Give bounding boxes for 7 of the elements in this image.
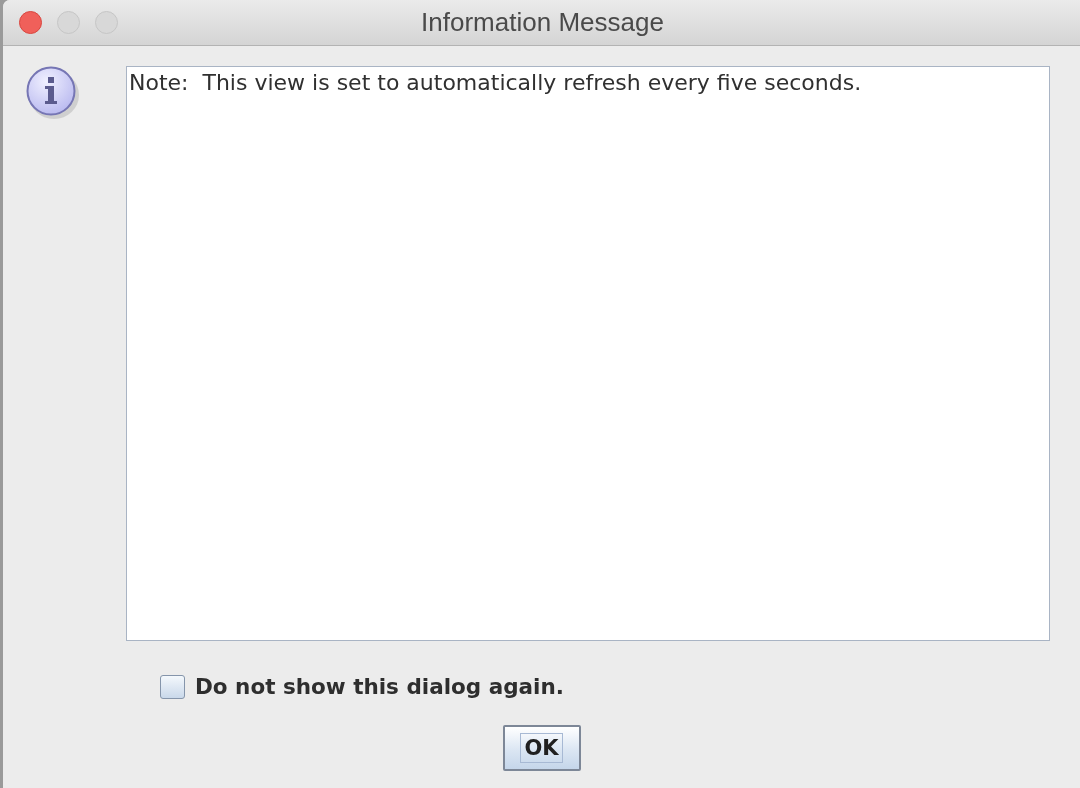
checkbox-label[interactable]: Do not show this dialog again.: [195, 674, 564, 699]
ok-button[interactable]: OK: [502, 725, 581, 771]
close-button[interactable]: [19, 11, 42, 34]
checkbox[interactable]: [160, 674, 185, 699]
message-text: Note: This view is set to automatically refresh every five seconds.: [129, 70, 863, 96]
info-icon: [25, 66, 81, 120]
window-title: Information Message: [421, 7, 664, 38]
